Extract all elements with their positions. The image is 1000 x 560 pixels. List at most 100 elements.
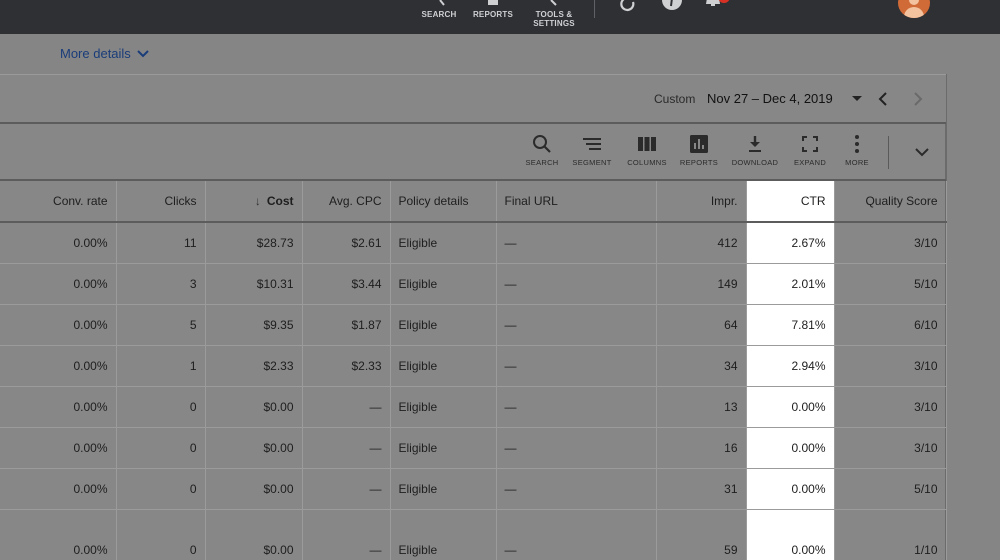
account-avatar[interactable]: [898, 0, 930, 18]
toolbar-download-label: DOWNLOAD: [731, 158, 779, 167]
cell-final-url: —: [496, 345, 657, 387]
chevron-down-icon[interactable]: [914, 146, 930, 158]
download-icon: [749, 136, 761, 152]
chevron-left-icon[interactable]: [877, 91, 889, 107]
column-header-impr[interactable]: Impr.: [656, 181, 747, 223]
column-header-cost[interactable]: ↓ Cost: [205, 181, 303, 223]
date-range-selector[interactable]: Nov 27 – Dec 4, 2019: [707, 91, 833, 106]
chevron-right-icon[interactable]: [912, 91, 924, 107]
cell-quality-score: 6/10: [834, 304, 947, 346]
cell-avg-cpc: —: [302, 427, 391, 469]
toolbar-divider: [888, 136, 889, 169]
cell-quality-score: 3/10: [834, 222, 947, 264]
more-vert-icon: [855, 135, 859, 153]
cell-final-url: —: [496, 263, 657, 305]
toolbar-expand-button[interactable]: EXPAND: [790, 134, 830, 167]
cell-policy-details: Eligible: [390, 263, 497, 305]
expand-icon: [802, 136, 818, 152]
cell-policy-details: Eligible: [390, 304, 497, 346]
cell-final-url: —: [496, 386, 657, 428]
cell-conv-rate: 0.00%: [0, 345, 117, 387]
cell-ctr: 0.00%: [746, 509, 835, 560]
column-header-clicks[interactable]: Clicks: [116, 181, 206, 223]
nav-search-label: SEARCH: [421, 10, 457, 19]
cell-clicks: 11: [116, 222, 206, 264]
cell-impr: 34: [656, 345, 747, 387]
date-dropdown-icon[interactable]: [852, 96, 862, 101]
table-row: 0.00% 0 $0.00 — Eligible — 31 0.00% 5/10: [0, 468, 947, 510]
toolbar-reports-label: REPORTS: [679, 158, 719, 167]
cell-cost: $2.33: [205, 345, 303, 387]
toolbar-more-button[interactable]: MORE: [840, 134, 874, 167]
cell-final-url: —: [496, 468, 657, 510]
cell-cost: $9.35: [205, 304, 303, 346]
cell-final-url: —: [496, 509, 657, 560]
help-icon[interactable]: [661, 0, 683, 14]
cell-avg-cpc: $1.87: [302, 304, 391, 346]
column-header-ctr[interactable]: CTR: [746, 181, 835, 223]
columns-icon: [638, 137, 656, 151]
top-navigation-bar: SEARCH REPORTS TOOLS & SETTINGS: [0, 0, 1000, 34]
toolbar-columns-button[interactable]: COLUMNS: [624, 134, 670, 167]
cell-impr: 31: [656, 468, 747, 510]
cell-avg-cpc: $2.61: [302, 222, 391, 264]
topbar-divider: [594, 0, 595, 18]
cell-cost: $0.00: [205, 509, 303, 560]
nav-tools-settings-button[interactable]: TOOLS & SETTINGS: [530, 0, 578, 34]
cell-conv-rate: 0.00%: [0, 468, 117, 510]
more-details-label: More details: [60, 46, 131, 61]
toolbar-columns-label: COLUMNS: [627, 158, 667, 167]
table-row: 0.00% 0 $0.00 — Eligible — 13 0.00% 3/10: [0, 386, 947, 428]
column-header-final-url[interactable]: Final URL: [496, 181, 657, 223]
cell-conv-rate: 0.00%: [0, 509, 117, 560]
table-row: 0.00% 0 $0.00 — Eligible — 59 0.00% 1/10: [0, 509, 947, 560]
column-header-avg-cpc[interactable]: Avg. CPC: [302, 181, 391, 223]
column-header-policy-details[interactable]: Policy details: [390, 181, 497, 223]
cell-conv-rate: 0.00%: [0, 386, 117, 428]
cell-impr: 64: [656, 304, 747, 346]
cell-avg-cpc: —: [302, 468, 391, 510]
chevron-down-icon: [137, 49, 149, 57]
cell-impr: 412: [656, 222, 747, 264]
cell-clicks: 3: [116, 263, 206, 305]
table-toolbar: SEARCH SEGMENT COLUMNS REPORTS DOWNLOAD …: [0, 124, 946, 181]
notifications-icon[interactable]: [704, 0, 732, 14]
nav-reports-label: REPORTS: [472, 10, 514, 19]
segment-icon: [583, 138, 601, 150]
toolbar-search-button[interactable]: SEARCH: [524, 134, 560, 167]
toolbar-download-button[interactable]: DOWNLOAD: [730, 134, 780, 167]
toolbar-reports-button[interactable]: REPORTS: [678, 134, 720, 167]
reports-chart-icon: [690, 135, 708, 153]
date-range-prefix: Custom: [654, 92, 696, 106]
cell-ctr: 2.01%: [746, 263, 835, 305]
toolbar-search-label: SEARCH: [525, 158, 559, 167]
cell-quality-score: 5/10: [834, 468, 947, 510]
cell-cost: $0.00: [205, 427, 303, 469]
sort-descending-icon: ↓: [254, 194, 261, 208]
cell-avg-cpc: $2.33: [302, 345, 391, 387]
nav-search-button[interactable]: SEARCH: [420, 0, 458, 34]
cell-clicks: 5: [116, 304, 206, 346]
date-range-bar: Custom Nov 27 – Dec 4, 2019: [0, 74, 946, 124]
table-row: 0.00% 11 $28.73 $2.61 Eligible — 412 2.6…: [0, 222, 947, 264]
more-details-link[interactable]: More details: [60, 46, 149, 61]
table-row: 0.00% 1 $2.33 $2.33 Eligible — 34 2.94% …: [0, 345, 947, 387]
cell-ctr: 2.94%: [746, 345, 835, 387]
column-header-quality-score[interactable]: Quality Score: [834, 181, 947, 223]
cell-avg-cpc: $3.44: [302, 263, 391, 305]
cell-conv-rate: 0.00%: [0, 263, 117, 305]
cell-avg-cpc: —: [302, 509, 391, 560]
notification-badge: [718, 0, 730, 3]
toolbar-segment-button[interactable]: SEGMENT: [570, 134, 614, 167]
column-header-conv-rate[interactable]: Conv. rate: [0, 181, 117, 223]
cell-policy-details: Eligible: [390, 222, 497, 264]
nav-reports-button[interactable]: REPORTS: [472, 0, 514, 34]
refresh-icon[interactable]: [618, 0, 638, 14]
cell-policy-details: Eligible: [390, 345, 497, 387]
cell-quality-score: 5/10: [834, 263, 947, 305]
cell-quality-score: 3/10: [834, 345, 947, 387]
table-row: 0.00% 0 $0.00 — Eligible — 16 0.00% 3/10: [0, 427, 947, 469]
cell-clicks: 0: [116, 509, 206, 560]
cell-conv-rate: 0.00%: [0, 304, 117, 346]
nav-settings-label: SETTINGS: [533, 19, 575, 28]
